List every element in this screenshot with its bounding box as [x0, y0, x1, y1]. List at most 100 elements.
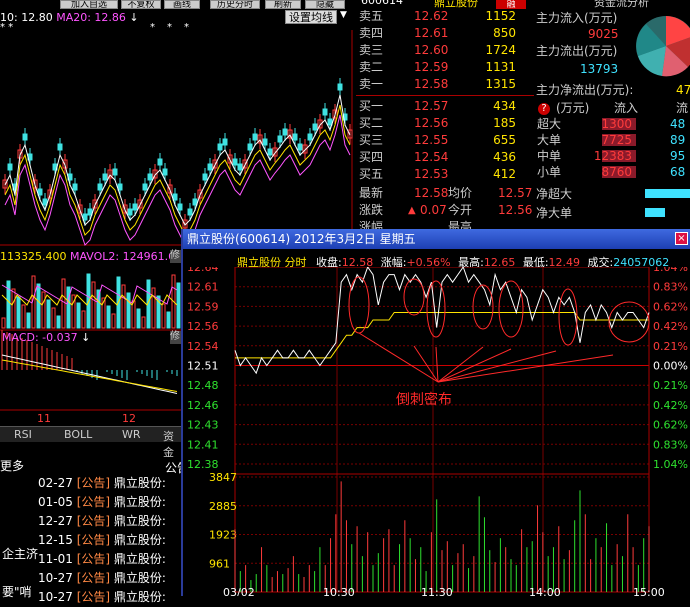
help-icon[interactable]: ?: [538, 103, 550, 115]
tab-boll[interactable]: BOLL: [64, 428, 92, 441]
hide-button[interactable]: 隐藏: [305, 0, 345, 9]
fund-in-value: 1300: [601, 117, 632, 131]
volume-bar: [111, 313, 116, 329]
fund-flow-header: 资金流分析: [594, 0, 649, 8]
news-title: 鼎立股份:: [113, 476, 166, 490]
level-label: 买一: [359, 99, 384, 113]
candle-body: [142, 183, 148, 191]
candle-body: [307, 133, 313, 141]
candle-body: [117, 183, 123, 191]
macd-label: MACD: -0.037 ↓: [2, 331, 91, 344]
price-tick: 12.51: [187, 360, 219, 373]
vol-value: 113325.400: [0, 250, 67, 263]
news-item[interactable]: 02-27 [公告] 鼎立股份:: [38, 474, 166, 493]
tab-wr[interactable]: WR: [122, 428, 141, 441]
news-tag: [公告]: [76, 590, 111, 604]
volume-tick: 3847: [209, 471, 237, 484]
latest-row: 最新 12.58 均价 12.57: [359, 186, 533, 200]
news-tag: [公告]: [76, 514, 111, 528]
news-item[interactable]: 01-05 [公告] 鼎立股份:: [38, 493, 166, 512]
level-price: 12.56: [414, 116, 449, 130]
news-side-text-2: 要"哨: [2, 585, 32, 599]
bid-row: 买五 12.53 412: [356, 166, 534, 183]
news-item[interactable]: 11-01 [公告] 鼎立股份:: [38, 550, 166, 569]
pct-tick: 0.62%: [653, 419, 688, 432]
level-price: 12.54: [414, 150, 449, 164]
news-item[interactable]: 12-15 [公告] 鼎立股份:: [38, 531, 166, 550]
tab-rsi[interactable]: RSI: [14, 428, 32, 441]
fund-in-value: 12383: [593, 149, 632, 163]
level-price: 12.58: [414, 77, 449, 91]
fund-flow-row: 中单 12383 95: [536, 148, 690, 164]
news-title: 鼎立股份:: [113, 571, 166, 585]
level-price: 12.57: [414, 99, 449, 113]
ask-row: 卖四 12.61 850: [356, 25, 534, 42]
news-date: 11-01: [38, 552, 73, 566]
history-time-button[interactable]: 历史分时: [210, 0, 260, 9]
price-tick: 12.43: [187, 419, 219, 432]
candle-body: [42, 198, 48, 206]
fund-flow-row: 超大 1300 48: [536, 116, 690, 132]
level-price: 12.61: [414, 26, 449, 40]
candle-body: [22, 133, 28, 141]
level-label: 买三: [359, 133, 384, 147]
candle-body: [112, 168, 118, 176]
volume-bar: [41, 291, 46, 329]
ma20-down-arrow: ↓: [129, 11, 139, 24]
out-col-header: 流: [676, 101, 689, 115]
candle-body: [147, 173, 153, 181]
candle-body: [7, 163, 13, 171]
news-item[interactable]: 10-27 [公告] 鼎立股份:: [38, 588, 166, 607]
annotation-ellipse: [403, 278, 425, 316]
pct-tick: 0.42%: [653, 399, 688, 412]
level-label: 卖五: [359, 9, 384, 23]
outflow-value: 13793: [580, 62, 619, 76]
set-ma-button[interactable]: 设置均线: [285, 10, 337, 24]
news-side-text-1: 企主济: [2, 547, 39, 561]
open-price: 12.56: [498, 203, 533, 217]
mavol2-label: MAVOL2: 124961.6: [69, 250, 176, 263]
news-item[interactable]: 10-27 [公告] 鼎立股份:: [38, 569, 166, 588]
volume-bar: [66, 286, 71, 329]
refresh-button[interactable]: 刷新: [265, 0, 301, 9]
level-volume: 1152: [485, 9, 516, 23]
time-tick: 11:30: [421, 586, 453, 596]
level-volume: 436: [493, 150, 516, 164]
candle-body: [132, 203, 138, 211]
candle-body: [102, 173, 108, 181]
candle-body: [267, 148, 273, 156]
level-volume: 850: [493, 26, 516, 40]
pct-tick: 0.83%: [653, 438, 688, 451]
add-watch-button[interactable]: 加入自选: [60, 0, 118, 9]
candle-body: [282, 128, 288, 136]
candle-body: [337, 83, 343, 91]
not-decrease-button[interactable]: 不复权: [121, 0, 161, 9]
ma20-label: MA20: 12.86: [56, 11, 126, 24]
volume-bar: [176, 282, 181, 329]
close-icon[interactable]: ×: [675, 232, 688, 245]
macd-dif-line: [1, 354, 178, 394]
avg-price: 12.57: [498, 186, 533, 200]
candle-body: [177, 203, 183, 211]
volume-bar: [46, 299, 51, 329]
news-title: 鼎立股份:: [113, 533, 166, 547]
news-tag: [公告]: [76, 552, 111, 566]
news-title: 鼎立股份:: [113, 495, 166, 509]
time-axis: 03/02 10:30 11:30 14:00 15:00: [223, 586, 665, 596]
more-news-link[interactable]: 更多: [0, 457, 24, 474]
news-date: 12-27: [38, 514, 73, 528]
price-tick: 12.48: [187, 379, 219, 392]
annotation-arrow: [413, 345, 439, 383]
news-title: 鼎立股份:: [113, 590, 166, 604]
stock-code: 600614: [361, 0, 403, 7]
annotation-ellipse: [348, 276, 370, 334]
rate-row: 涨幅 最高: [359, 220, 473, 229]
volume-bar: [11, 288, 16, 329]
dropdown-arrow-icon[interactable]: ▼: [340, 10, 347, 20]
draw-line-button[interactable]: 画线: [164, 0, 200, 9]
net-outflow-label: 主力净流出(万元):: [536, 83, 634, 97]
level-price: 12.53: [414, 167, 449, 181]
time-tick: 10:30: [323, 586, 355, 596]
news-item[interactable]: 12-27 [公告] 鼎立股份:: [38, 512, 166, 531]
volume-bar: [21, 304, 26, 329]
